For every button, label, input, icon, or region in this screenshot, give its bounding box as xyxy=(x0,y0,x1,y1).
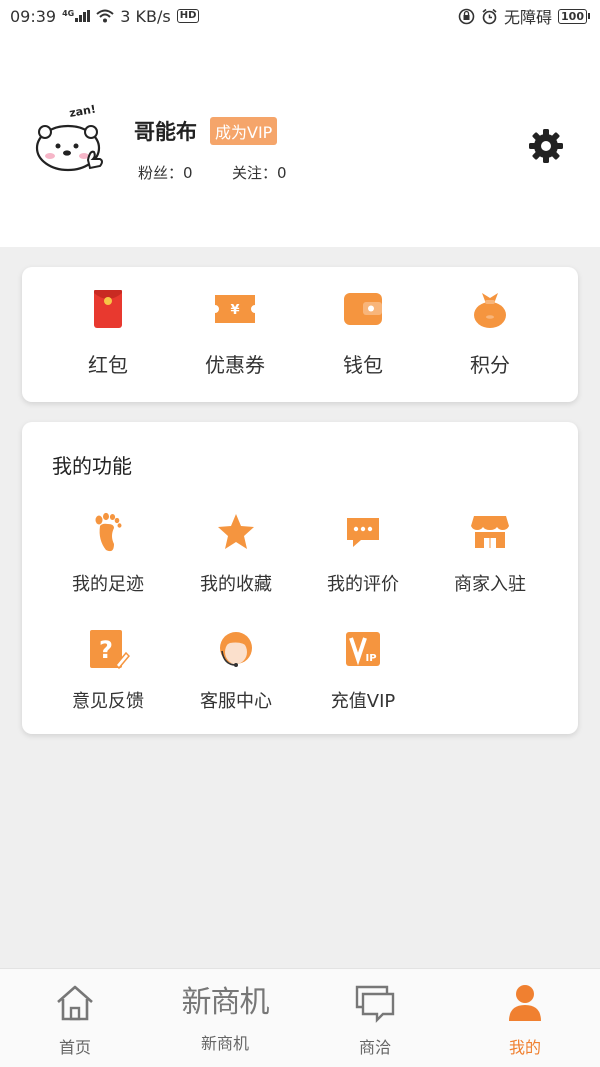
function-label: 充值VIP xyxy=(330,691,396,712)
profile-header: zan! 哥能布 成为VIP 粉丝：0 关注：0 xyxy=(0,32,600,247)
vip-icon: IP xyxy=(346,632,380,666)
points-bag-icon xyxy=(474,293,506,328)
function-label: 我的足迹 xyxy=(72,574,144,595)
quick-action-wallet[interactable]: 钱包 xyxy=(308,287,418,378)
status-time: 09:39 xyxy=(10,6,57,26)
quick-action-label: 红包 xyxy=(88,353,128,377)
my-functions-card: 我的功能 我的足迹 我的收藏 我的评价 商家入驻 ? 意见反馈 客服中心 IP … xyxy=(22,422,578,734)
quick-action-red-envelope[interactable]: 红包 xyxy=(53,287,163,378)
function-footprint[interactable]: 我的足迹 xyxy=(48,510,168,596)
hd-icon: HD xyxy=(176,9,200,23)
function-recharge-vip[interactable]: IP 充值VIP xyxy=(303,627,423,713)
svg-text:¥: ¥ xyxy=(230,303,239,318)
bottom-nav: 首页 新商机 新商机 商洽 我的 xyxy=(0,968,600,1067)
footprint-icon xyxy=(95,512,122,552)
function-label: 我的评价 xyxy=(327,574,399,595)
function-label: 客服中心 xyxy=(200,691,272,712)
following-count[interactable]: 关注：0 xyxy=(232,162,287,183)
function-customer-service[interactable]: 客服中心 xyxy=(176,627,296,713)
quick-action-label: 积分 xyxy=(470,353,510,377)
customer-service-icon xyxy=(220,632,252,667)
nav-label: 我的 xyxy=(508,1038,541,1057)
nav-new-business[interactable]: 新商机 新商机 xyxy=(150,969,300,1067)
brand-logo: 新商机 xyxy=(181,985,270,1020)
svg-text:IP: IP xyxy=(365,653,376,664)
username: 哥能布 xyxy=(134,120,197,144)
battery-level: 100 xyxy=(558,8,587,24)
network-speed: 3 KB/s xyxy=(120,6,171,26)
feedback-icon: ? xyxy=(90,630,131,670)
cellular-signal-icon: 4G xyxy=(62,9,91,22)
function-label: 意见反馈 xyxy=(72,691,144,712)
alarm-icon xyxy=(482,8,497,24)
avatar-text: zan! xyxy=(68,104,97,120)
nav-label: 新商机 xyxy=(200,1034,249,1053)
function-feedback[interactable]: ? 意见反馈 xyxy=(48,627,168,713)
quick-action-points[interactable]: 积分 xyxy=(435,287,545,378)
fans-count[interactable]: 粉丝：0 xyxy=(138,162,193,183)
home-icon xyxy=(57,985,93,1021)
settings-gear-icon[interactable] xyxy=(528,128,564,164)
wallet-icon xyxy=(344,293,382,325)
red-envelope-icon xyxy=(94,290,122,328)
user-icon xyxy=(509,985,541,1021)
rotation-lock-icon xyxy=(458,8,475,24)
quick-action-label: 钱包 xyxy=(343,353,383,377)
function-merchant-join[interactable]: 商家入驻 xyxy=(430,510,550,596)
quick-actions-card: 红包 ¥ 优惠券 钱包 积分 xyxy=(22,267,578,402)
function-favorites[interactable]: 我的收藏 xyxy=(176,510,296,596)
battery-icon: 100 xyxy=(558,8,590,24)
status-bar: 09:39 4G 3 KB/s HD 无障碍 100 xyxy=(0,0,600,32)
nav-home[interactable]: 首页 xyxy=(0,969,150,1067)
avatar[interactable]: zan! xyxy=(30,104,110,176)
comment-icon xyxy=(347,518,379,547)
store-icon xyxy=(471,516,509,548)
quick-action-coupon[interactable]: ¥ 优惠券 xyxy=(180,287,290,378)
coupon-icon: ¥ xyxy=(215,295,255,323)
accessibility-label: 无障碍 xyxy=(504,8,553,27)
nav-mine[interactable]: 我的 xyxy=(450,969,600,1067)
quick-action-label: 优惠券 xyxy=(205,353,265,377)
nav-label: 商洽 xyxy=(358,1038,391,1057)
star-icon xyxy=(218,514,254,549)
chat-icon xyxy=(355,985,395,1023)
wifi-icon xyxy=(96,9,114,23)
function-label: 商家入驻 xyxy=(454,574,526,595)
nav-label: 首页 xyxy=(58,1038,91,1057)
become-vip-button[interactable]: 成为VIP xyxy=(210,117,278,145)
section-title: 我的功能 xyxy=(52,454,132,478)
network-type: 4G xyxy=(62,9,75,18)
svg-text:?: ? xyxy=(99,636,113,664)
nav-negotiation[interactable]: 商洽 xyxy=(300,969,450,1067)
function-reviews[interactable]: 我的评价 xyxy=(303,510,423,596)
function-label: 我的收藏 xyxy=(200,574,272,595)
